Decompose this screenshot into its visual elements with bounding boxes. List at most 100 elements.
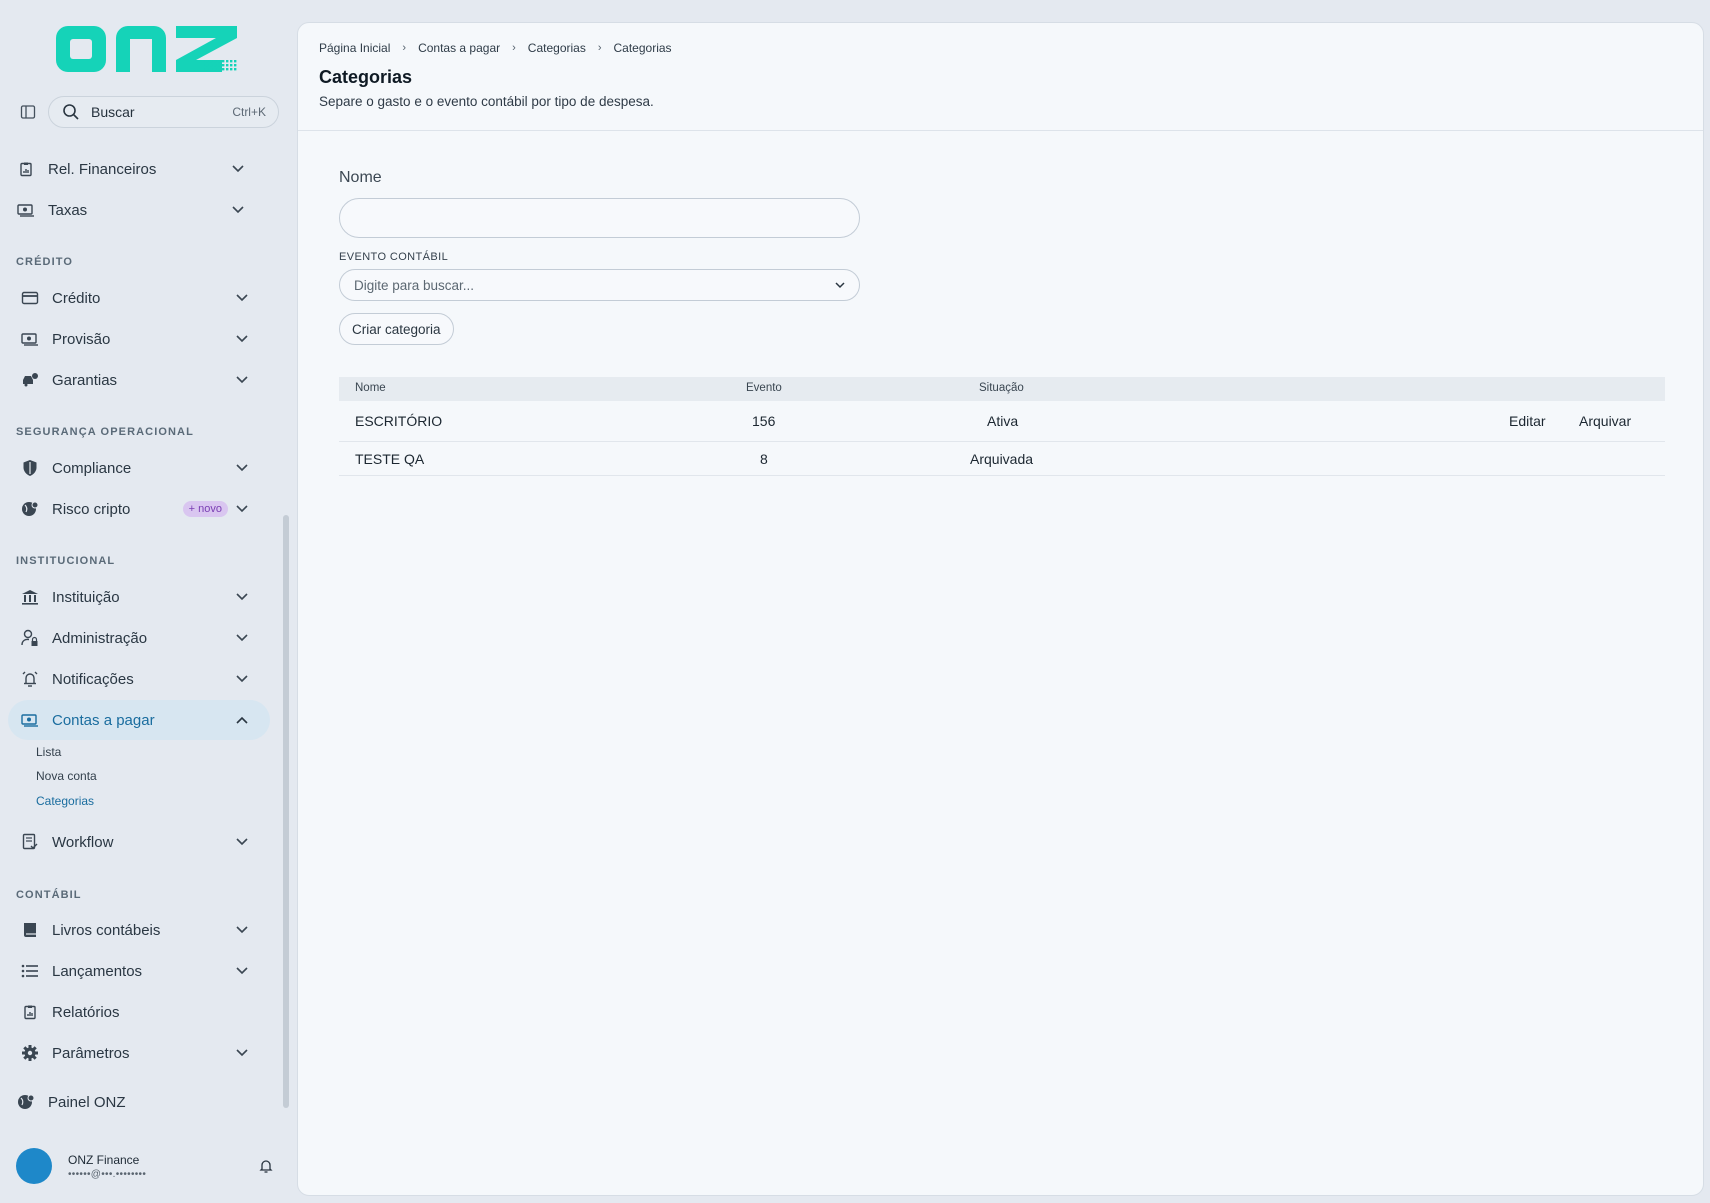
sidebar-item-painel-onz[interactable]: Painel ONZ <box>4 1082 266 1122</box>
avatar <box>16 1148 52 1184</box>
section-credito: CRÉDITO <box>16 256 74 268</box>
list-icon <box>20 961 40 981</box>
breadcrumb-item[interactable]: Categorias <box>528 41 586 55</box>
cell-situacao: Ativa <box>987 413 1019 429</box>
sidebar-item-label: Risco cripto <box>52 500 131 518</box>
search-placeholder: Buscar <box>91 104 135 120</box>
sidebar-item-label: Rel. Financeiros <box>48 160 157 178</box>
breadcrumb-item[interactable]: Contas a pagar <box>418 41 500 55</box>
sidebar-item-label: Painel ONZ <box>48 1093 126 1111</box>
event-select[interactable]: Digite para buscar... <box>339 269 860 301</box>
chevron-down-icon <box>234 589 250 605</box>
archive-button[interactable]: Arquivar <box>1579 413 1631 429</box>
sidebar-subitem-categorias[interactable]: Categorias <box>36 794 94 808</box>
chevron-down-icon <box>234 671 250 687</box>
sidebar-subitem-lista[interactable]: Lista <box>36 745 61 759</box>
sidebar-item-compliance[interactable]: Compliance <box>8 448 270 488</box>
page-header: Página Inicial › Contas a pagar › Catego… <box>298 23 1703 131</box>
cell-situacao: Arquivada <box>970 451 1034 467</box>
chevron-down-icon <box>234 963 250 979</box>
page-subtitle: Separe o gasto e o evento contábil por t… <box>319 94 654 109</box>
chevron-down-icon <box>234 630 250 646</box>
sidebar-item-label: Taxas <box>48 201 88 219</box>
cell-nome: TESTE QA <box>355 451 425 467</box>
sidebar-item-label: Contas a pagar <box>52 711 155 729</box>
sidebar-subitem-nova-conta[interactable]: Nova conta <box>36 769 97 783</box>
sidebar-item-label: Provisão <box>52 330 111 348</box>
sidebar-item-livros-contabeis[interactable]: Livros contábeis <box>8 910 270 950</box>
sidebar-item-taxas[interactable]: Taxas <box>4 190 266 230</box>
sidebar: Buscar Ctrl+K Rel. Financeiros Taxas CRÉ… <box>0 0 292 1203</box>
sidebar-toggle-button[interactable] <box>16 101 40 123</box>
globe-icon <box>20 499 40 519</box>
alarm-icon <box>20 669 40 689</box>
money-icon <box>16 200 36 220</box>
column-header-situacao[interactable]: Situação <box>979 382 1024 394</box>
main-content: Página Inicial › Contas a pagar › Catego… <box>297 22 1704 1196</box>
create-category-button[interactable]: Criar categoria <box>339 313 454 345</box>
chevron-down-icon <box>234 501 250 517</box>
sidebar-item-garantias[interactable]: Garantias <box>8 360 270 400</box>
sidebar-item-label: Garantias <box>52 371 118 389</box>
user-name: ONZ Finance <box>68 1152 140 1167</box>
credit-card-icon <box>20 288 40 308</box>
car-icon <box>20 370 40 390</box>
chevron-right-icon: › <box>597 42 602 54</box>
sidebar-item-label: Administração <box>52 629 148 647</box>
column-header-nome[interactable]: Nome <box>355 382 386 394</box>
chevron-down-icon <box>234 331 250 347</box>
report-icon <box>20 1002 40 1022</box>
user-profile[interactable]: ONZ Finance ••••••@•••.•••••••• <box>16 1147 278 1185</box>
onz-logo[interactable] <box>54 20 239 76</box>
chevron-down-icon <box>234 372 250 388</box>
event-field-label: EVENTO CONTÁBIL <box>339 251 449 263</box>
sidebar-item-label: Relatórios <box>52 1003 120 1021</box>
chevron-right-icon: › <box>402 42 407 54</box>
breadcrumb-item[interactable]: Página Inicial <box>319 41 390 55</box>
sidebar-item-relatorios[interactable]: Relatórios <box>8 992 270 1032</box>
sidebar-item-provisao[interactable]: Provisão <box>8 319 270 359</box>
sidebar-item-label: Crédito <box>52 289 101 307</box>
name-field[interactable] <box>339 198 860 238</box>
sidebar-item-risco-cripto[interactable]: Risco cripto + novo <box>8 489 270 529</box>
sidebar-item-parametros[interactable]: Parâmetros <box>8 1033 270 1073</box>
money-icon <box>20 329 40 349</box>
table-row: ESCRITÓRIO 156 Ativa Editar Arquivar <box>339 401 1665 442</box>
breadcrumb-item-current: Categorias <box>613 41 672 55</box>
sidebar-item-credito[interactable]: Crédito <box>8 278 270 318</box>
chevron-down-icon <box>234 460 250 476</box>
globe-icon <box>16 1092 36 1112</box>
checklist-icon <box>20 832 40 852</box>
column-header-evento[interactable]: Evento <box>746 382 782 394</box>
section-contabil: CONTÁBIL <box>16 889 82 901</box>
sidebar-item-contas-a-pagar[interactable]: Contas a pagar <box>8 700 270 740</box>
user-info: ONZ Finance ••••••@•••.•••••••• <box>68 1153 258 1180</box>
report-icon <box>16 159 36 179</box>
sidebar-item-rel-financeiros[interactable]: Rel. Financeiros <box>4 149 266 189</box>
sidebar-item-workflow[interactable]: Workflow <box>8 822 270 862</box>
section-institucional: INSTITUCIONAL <box>16 555 116 567</box>
sidebar-item-notificacoes[interactable]: Notificações <box>8 659 270 699</box>
section-seguranca: SEGURANÇA OPERACIONAL <box>16 426 194 438</box>
cell-nome: ESCRITÓRIO <box>355 413 443 429</box>
chevron-down-icon <box>230 202 246 218</box>
user-lock-icon <box>20 628 40 648</box>
sidebar-item-lancamentos[interactable]: Lançamentos <box>8 951 270 991</box>
bank-icon <box>20 587 40 607</box>
edit-button[interactable]: Editar <box>1509 413 1546 429</box>
sidebar-scrollbar[interactable] <box>283 515 289 1108</box>
search-input[interactable]: Buscar Ctrl+K <box>48 96 279 128</box>
chevron-up-icon <box>234 712 250 728</box>
chevron-down-icon <box>835 281 845 288</box>
sidebar-item-administracao[interactable]: Administração <box>8 618 270 658</box>
cell-evento: 156 <box>752 413 776 429</box>
shield-icon <box>20 458 40 478</box>
sidebar-item-instituicao[interactable]: Instituição <box>8 577 270 617</box>
chevron-down-icon <box>230 161 246 177</box>
sidebar-item-label: Lançamentos <box>52 962 143 980</box>
table-row: TESTE QA 8 Arquivada <box>339 442 1665 476</box>
chevron-down-icon <box>234 290 250 306</box>
money-icon <box>20 710 40 730</box>
sidebar-item-label: Livros contábeis <box>52 921 161 939</box>
bell-icon[interactable] <box>258 1158 274 1174</box>
